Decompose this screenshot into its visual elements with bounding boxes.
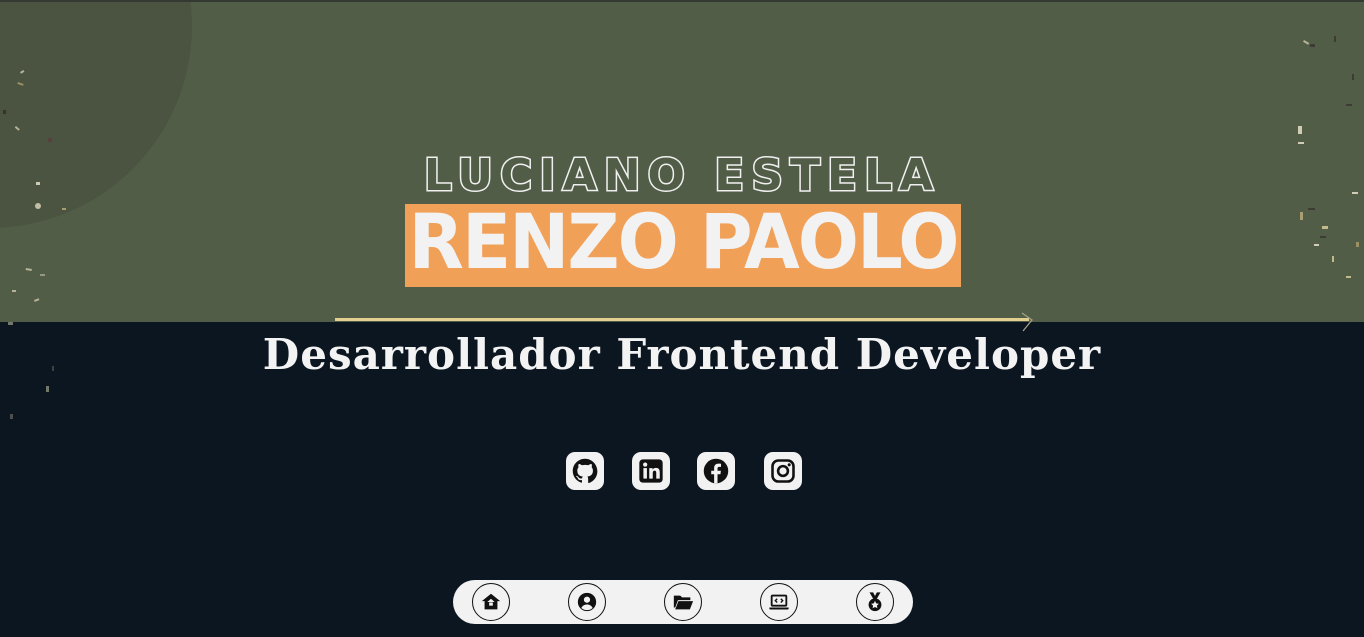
nav-home-button[interactable] bbox=[472, 583, 510, 621]
user-icon bbox=[577, 592, 597, 612]
laptop-code-icon bbox=[769, 594, 789, 610]
medal-icon bbox=[868, 592, 882, 612]
folder-icon bbox=[673, 595, 694, 610]
facebook-icon bbox=[703, 458, 729, 484]
linkedin-link[interactable] bbox=[632, 452, 670, 490]
tagline: Desarrollador Frontend Developer bbox=[262, 330, 1102, 379]
last-name-heading: RENZO PAOLO bbox=[408, 197, 960, 287]
facebook-link[interactable] bbox=[697, 452, 735, 490]
divider-line bbox=[335, 318, 1029, 321]
nav-projects-button[interactable] bbox=[664, 583, 702, 621]
bottom-navigation bbox=[453, 580, 913, 624]
first-name-heading: LUCIANO ESTELA bbox=[422, 149, 941, 203]
instagram-link[interactable] bbox=[764, 452, 802, 490]
linkedin-icon bbox=[639, 459, 663, 483]
nav-certificates-button[interactable] bbox=[856, 583, 894, 621]
social-links bbox=[566, 452, 802, 492]
home-icon bbox=[481, 593, 501, 610]
github-icon bbox=[572, 458, 598, 484]
github-link[interactable] bbox=[566, 452, 604, 490]
instagram-icon bbox=[771, 459, 795, 483]
nav-skills-button[interactable] bbox=[760, 583, 798, 621]
nav-about-button[interactable] bbox=[568, 583, 606, 621]
